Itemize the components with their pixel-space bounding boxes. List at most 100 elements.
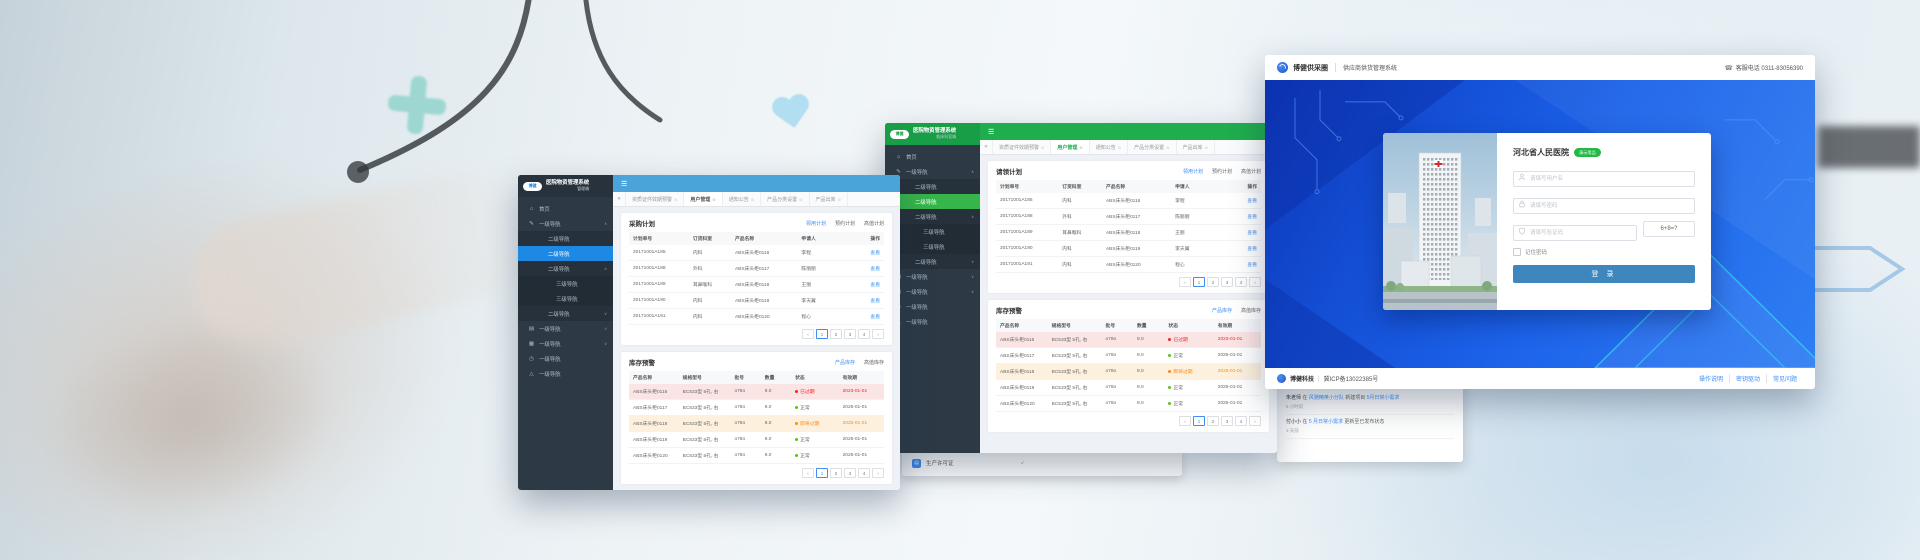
page-number[interactable]: 4 xyxy=(1235,416,1247,426)
sidebar-nav-item[interactable]: ✎ 一级导航 xyxy=(518,216,613,231)
feed-link[interactable]: 风驰精英小分队 xyxy=(1309,395,1344,401)
password-input[interactable] xyxy=(1513,198,1695,214)
footer-link[interactable]: 常见问题 xyxy=(1766,374,1803,383)
sidebar-nav-item[interactable]: 二级导航 xyxy=(518,231,613,246)
tab[interactable]: 资质证件效期预警 ⊙ xyxy=(626,192,684,206)
login-button[interactable]: 登 录 xyxy=(1513,265,1695,283)
plan-type-link[interactable]: 领用计划 xyxy=(806,220,826,227)
next-page-icon[interactable]: › xyxy=(1249,416,1261,426)
page-number[interactable]: 3 xyxy=(844,468,856,478)
plan-type-link[interactable]: 高值计划 xyxy=(1241,168,1261,175)
cell-applicant: 陈丽丽 xyxy=(1171,209,1222,225)
footer-link[interactable]: 操作说明 xyxy=(1693,374,1729,383)
menu-toggle-icon[interactable]: ☰ xyxy=(621,180,627,188)
sidebar-nav-item[interactable]: ◷ 一级导航 xyxy=(518,351,613,366)
sidebar-nav-item[interactable]: ⌂ 首页 xyxy=(885,149,980,164)
collapse-tabs-icon[interactable]: « xyxy=(980,140,993,154)
view-link[interactable]: 查看 xyxy=(870,299,880,304)
username-input[interactable] xyxy=(1513,171,1695,187)
page-number[interactable]: 1 xyxy=(816,329,828,339)
view-link[interactable]: 查看 xyxy=(1247,247,1257,252)
view-link[interactable]: 查看 xyxy=(870,315,880,320)
page-number[interactable]: 4 xyxy=(858,329,870,339)
sidebar-nav-item[interactable]: ▦ 一级导航 xyxy=(518,336,613,351)
inventory-table: 产品名称规格型号批号数量状态有效期 ABS床头柜0116 BC533型 5孔, … xyxy=(629,371,884,464)
prev-page-icon[interactable]: ‹ xyxy=(802,329,814,339)
tab[interactable]: 资质证件效期预警 ⊙ xyxy=(993,140,1051,154)
page-number[interactable]: 3 xyxy=(844,329,856,339)
cell-product: ABS床头柜0118 xyxy=(996,364,1048,380)
prev-page-icon[interactable]: ‹ xyxy=(1179,277,1191,287)
view-link[interactable]: 查看 xyxy=(870,267,880,272)
feed-link[interactable]: 5 月日常小需求 xyxy=(1309,419,1343,425)
nav-item-icon: ✎ xyxy=(895,169,902,175)
section-title: 采购计划 xyxy=(629,218,655,228)
captcha-question[interactable]: 6+8=? xyxy=(1643,221,1695,237)
view-link[interactable]: 查看 xyxy=(870,251,880,256)
cell-product: ABS床头柜0120 xyxy=(1102,257,1171,273)
plan-type-link[interactable]: 领用计划 xyxy=(1183,168,1203,175)
inventory-type-link[interactable]: 产品库存 xyxy=(835,359,855,366)
sidebar-nav-item[interactable]: 二级导航 xyxy=(518,246,613,261)
view-link[interactable]: 查看 xyxy=(1247,231,1257,236)
plan-type-link[interactable]: 预约计划 xyxy=(835,220,855,227)
prev-page-icon[interactable]: ‹ xyxy=(802,468,814,478)
sidebar-nav-item[interactable]: △ 一级导航 xyxy=(518,366,613,381)
page-number[interactable]: 3 xyxy=(1221,416,1233,426)
cell-batch: o78o xyxy=(730,432,760,448)
page-number[interactable]: 1 xyxy=(816,468,828,478)
page-number[interactable]: 2 xyxy=(1207,416,1219,426)
tab[interactable]: 用户管理 ⊙ xyxy=(1051,140,1089,154)
page-number[interactable]: 4 xyxy=(1235,277,1247,287)
next-page-icon[interactable]: › xyxy=(1249,277,1261,287)
sidebar-nav-item[interactable]: 二级导航 xyxy=(518,306,613,321)
view-link[interactable]: 查看 xyxy=(870,283,880,288)
tab[interactable]: 产品分类设置 ⊙ xyxy=(761,192,809,206)
inventory-type-link[interactable]: 高值库存 xyxy=(1241,307,1261,314)
plan-type-link[interactable]: 预约计划 xyxy=(1212,168,1232,175)
remember-checkbox[interactable] xyxy=(1513,248,1521,256)
purchase-plan-table: 计划单号订货科室产品名称申请人操作 20171001A185 内科 ABS床头柜… xyxy=(629,232,884,325)
sidebar-nav-item[interactable]: 三级导航 xyxy=(518,276,613,291)
collapse-tabs-icon[interactable]: « xyxy=(613,192,626,206)
view-link[interactable]: 查看 xyxy=(1247,263,1257,268)
sidebar-nav-item[interactable]: 三级导航 xyxy=(518,291,613,306)
sidebar-nav-item[interactable]: 二级导航 xyxy=(518,261,613,276)
next-page-icon[interactable]: › xyxy=(872,329,884,339)
tab[interactable]: 产品分类设置 ⊙ xyxy=(1128,140,1176,154)
feed-link[interactable]: 5月日常小需求 xyxy=(1367,395,1400,401)
plan-type-link[interactable]: 高值计划 xyxy=(864,220,884,227)
license-label[interactable]: 生产许可证 xyxy=(926,459,954,467)
next-page-icon[interactable]: › xyxy=(872,468,884,478)
page-number[interactable]: 1 xyxy=(1193,277,1205,287)
nav-item-label: 一级导航 xyxy=(906,303,928,311)
table-row: ABS床头柜0116 BC533型 5孔, 右 o78o 8.0 已过期 202… xyxy=(629,384,884,400)
captcha-input[interactable] xyxy=(1513,225,1637,241)
tab[interactable]: 用户管理 ⊙ xyxy=(684,192,722,206)
inventory-type-link[interactable]: 高值库存 xyxy=(864,359,884,366)
cell-batch: o78o xyxy=(1102,332,1133,348)
page-number[interactable]: 2 xyxy=(830,329,842,339)
page-number[interactable]: 2 xyxy=(830,468,842,478)
page-number[interactable]: 2 xyxy=(1207,277,1219,287)
view-link[interactable]: 查看 xyxy=(1247,199,1257,204)
tab[interactable]: 通知公告 ⊙ xyxy=(723,192,761,206)
password-field-wrap xyxy=(1513,194,1695,214)
footer-link[interactable]: 密钥驱动 xyxy=(1729,374,1766,383)
sidebar-nav-item[interactable]: ⌂ 首页 xyxy=(518,201,613,216)
chevron-icon xyxy=(604,341,607,346)
tab[interactable]: 产品出库 ⊙ xyxy=(1177,140,1215,154)
tab[interactable]: 产品出库 ⊙ xyxy=(810,192,848,206)
view-link[interactable]: 查看 xyxy=(1247,215,1257,220)
inventory-type-link[interactable]: 产品库存 xyxy=(1212,307,1232,314)
page-number[interactable]: 4 xyxy=(858,468,870,478)
cell-spec: BC533型 5孔, 右 xyxy=(1048,364,1102,380)
column-header: 产品名称 xyxy=(1102,180,1171,193)
chevron-icon xyxy=(604,326,607,331)
sidebar-nav-item[interactable]: ▤ 一级导航 xyxy=(518,321,613,336)
menu-toggle-icon[interactable]: ☰ xyxy=(988,128,994,136)
page-number[interactable]: 3 xyxy=(1221,277,1233,287)
page-number[interactable]: 1 xyxy=(1193,416,1205,426)
prev-page-icon[interactable]: ‹ xyxy=(1179,416,1191,426)
tab[interactable]: 通知公告 ⊙ xyxy=(1090,140,1128,154)
